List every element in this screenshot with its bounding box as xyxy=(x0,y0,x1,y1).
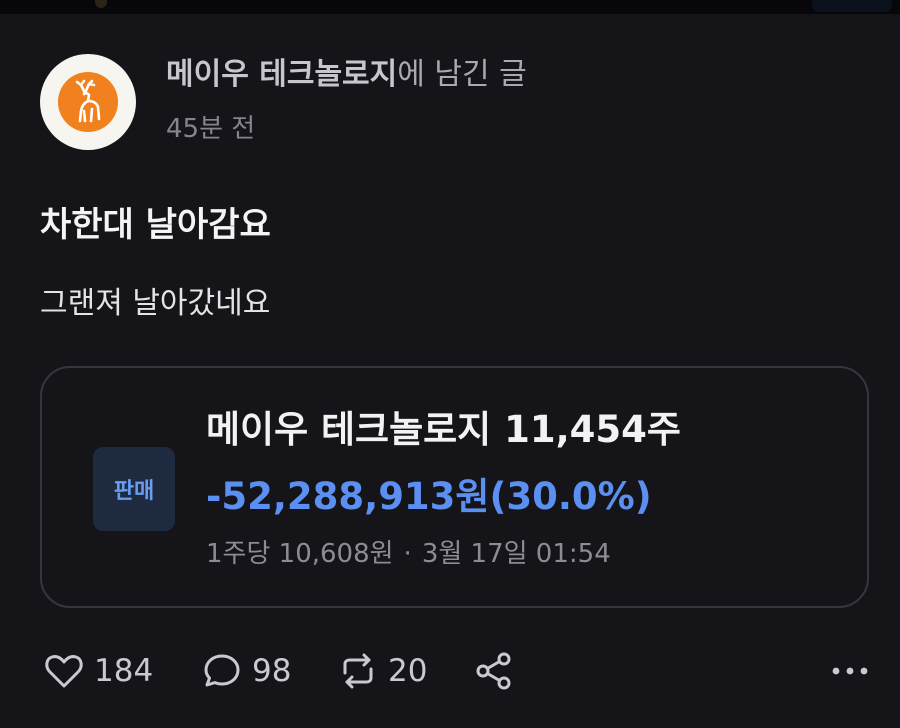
sell-badge: 판매 xyxy=(93,447,175,531)
separator-dot: · xyxy=(403,539,412,569)
post-actions-bar: 184 98 20 xyxy=(40,648,870,694)
share-button[interactable] xyxy=(472,648,516,694)
like-button[interactable]: 184 xyxy=(42,648,153,694)
author-avatar[interactable] xyxy=(40,54,136,150)
trade-profit-loss: -52,288,913원(30.0%) xyxy=(206,475,652,518)
repost-count: 20 xyxy=(388,653,428,689)
price-per-share: 1주당 10,608원 xyxy=(206,539,394,569)
comment-count: 98 xyxy=(252,653,292,689)
author-suffix: 에 남긴 글 xyxy=(397,57,527,92)
post-body: 그랜져 날아갔네요 xyxy=(40,286,271,321)
share-icon xyxy=(472,649,516,693)
status-bar-strip xyxy=(0,0,900,14)
comment-button[interactable]: 98 xyxy=(200,648,291,694)
deer-logo-icon xyxy=(58,72,118,132)
status-bar-shape xyxy=(95,0,107,8)
repost-icon xyxy=(336,649,380,693)
more-options-button[interactable] xyxy=(830,648,870,694)
author-name[interactable]: 메이우 테크놀로지 xyxy=(166,57,397,92)
repost-button[interactable]: 20 xyxy=(336,648,427,694)
trade-stock-line: 메이우 테크놀로지 11,454주 xyxy=(206,408,681,451)
post-timestamp: 45분 전 xyxy=(166,114,256,144)
like-count: 184 xyxy=(94,653,154,689)
trade-price-line: 1주당 10,608원 · 3월 17일 01:54 xyxy=(206,536,611,572)
status-bar-shape xyxy=(812,0,892,12)
more-icon xyxy=(830,662,870,681)
post-author-line: 메이우 테크놀로지에 남긴 글 xyxy=(166,56,527,94)
post-title: 차한대 날아감요 xyxy=(40,205,271,245)
trade-card[interactable]: 판매 메이우 테크놀로지 11,454주 -52,288,913원(30.0%)… xyxy=(40,366,869,608)
heart-icon xyxy=(42,649,86,693)
comment-icon xyxy=(200,649,244,693)
trade-datetime: 3월 17일 01:54 xyxy=(421,539,611,569)
